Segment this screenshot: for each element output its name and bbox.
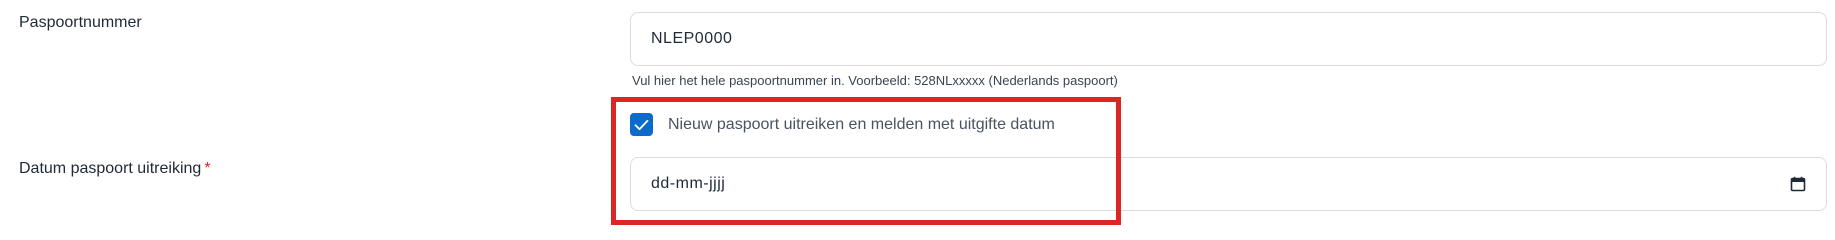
issue-date-label: Datum paspoort uitreiking * [19, 160, 211, 178]
issue-date-label-text: Datum paspoort uitreiking [19, 160, 202, 177]
new-passport-checkbox-row[interactable]: Nieuw paspoort uitreiken en melden met u… [630, 113, 1055, 136]
issue-date-input[interactable]: dd-mm-jjjj [630, 157, 1827, 211]
calendar-icon[interactable] [1790, 176, 1806, 192]
issue-date-placeholder: dd-mm-jjjj [651, 175, 726, 192]
passport-number-label: Paspoortnummer [19, 14, 142, 32]
required-marker: * [204, 160, 211, 177]
passport-number-label-text: Paspoortnummer [19, 14, 142, 31]
new-passport-checkbox[interactable] [630, 113, 653, 136]
passport-number-value: NLEP0000 [651, 30, 733, 47]
passport-number-input[interactable]: NLEP0000 [630, 12, 1827, 66]
checkmark-icon [634, 119, 649, 130]
new-passport-checkbox-label: Nieuw paspoort uitreiken en melden met u… [668, 115, 1055, 133]
passport-form-section: Paspoortnummer NLEP0000 Vul hier het hel… [0, 0, 1835, 225]
passport-number-hint: Vul hier het hele paspoortnummer in. Voo… [632, 73, 1118, 88]
